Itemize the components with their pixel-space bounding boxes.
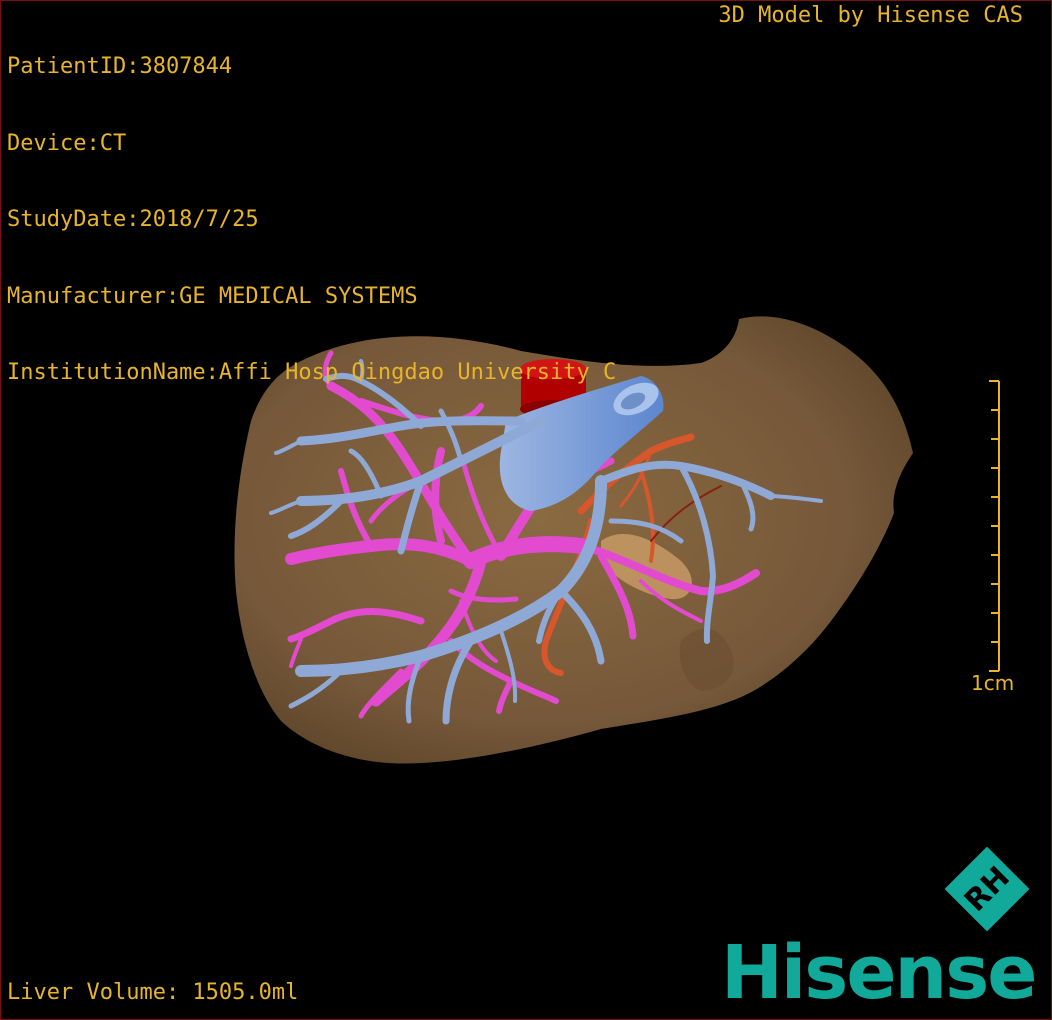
scale-bar-label: 1cm — [971, 671, 1015, 695]
model-credit: 3D Model by Hisense CAS — [718, 3, 1023, 28]
dicom-info-overlay: PatientID:3807844 Device:CT StudyDate:20… — [7, 3, 616, 437]
3d-viewer[interactable]: PatientID:3807844 Device:CT StudyDate:20… — [0, 0, 1052, 1020]
hisense-rh-logo-icon: RH — [944, 846, 1030, 932]
liver-volume: Liver Volume: 1505.0ml — [7, 980, 299, 1005]
manufacturer: Manufacturer:GE MEDICAL SYSTEMS — [7, 283, 418, 309]
patient-id: PatientID:3807844 — [7, 54, 233, 79]
institution-name: InstitutionName:Affi Hosp Qingdao Univer… — [7, 360, 617, 385]
hisense-logo: Hisense — [721, 930, 1037, 1016]
study-date: StudyDate:2018/7/25 — [7, 207, 259, 232]
device: Device:CT — [7, 130, 127, 156]
scale-bar — [989, 380, 1000, 672]
